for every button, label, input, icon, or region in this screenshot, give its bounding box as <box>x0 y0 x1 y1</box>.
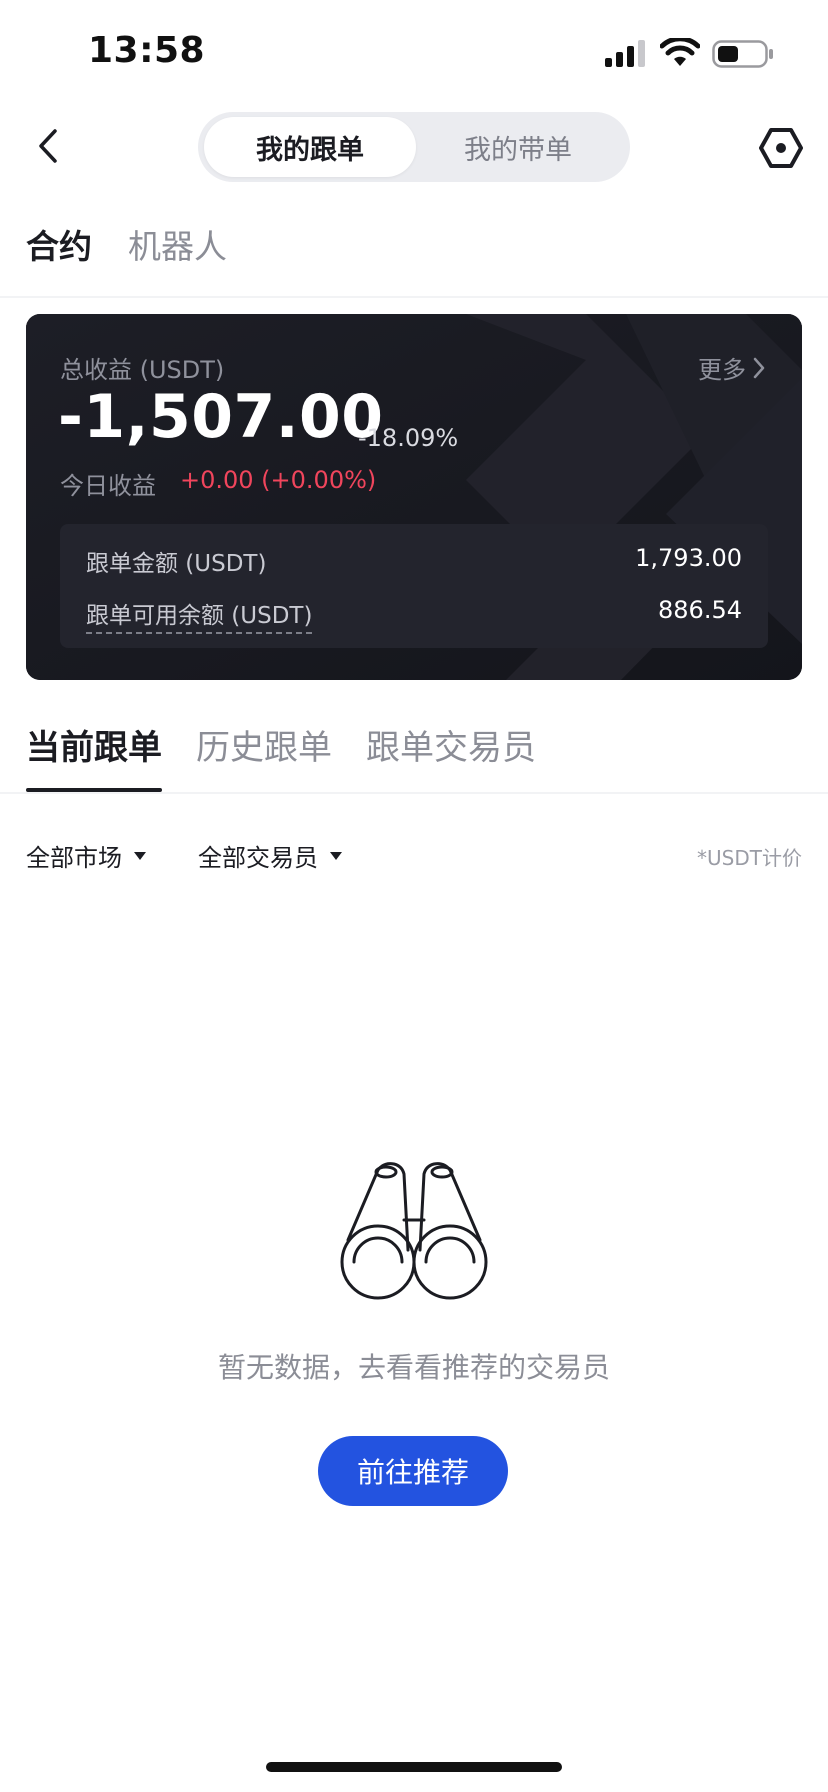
today-earnings-label: 今日收益 <box>60 472 156 500</box>
available-balance-value: 886.54 <box>658 596 742 624</box>
tab-history-copy[interactable]: 历史跟单 <box>196 720 332 769</box>
hexagon-settings-icon <box>759 128 803 168</box>
home-indicator <box>266 1762 562 1772</box>
go-recommend-button[interactable]: 前往推荐 <box>318 1436 508 1506</box>
unit-note: *USDT计价 <box>697 846 802 870</box>
tab-robot[interactable]: 机器人 <box>128 220 227 268</box>
more-link[interactable]: 更多 <box>698 350 766 385</box>
wifi-icon <box>660 38 700 66</box>
segment-my-lead-trades[interactable]: 我的带单 <box>412 117 624 177</box>
segment-my-copy-trades[interactable]: 我的跟单 <box>204 117 416 177</box>
total-earnings-value: -1,507.00 <box>58 382 384 452</box>
status-bar: 13:58 <box>0 0 828 100</box>
tab-copy-traders[interactable]: 跟单交易员 <box>366 720 536 769</box>
caret-down-icon <box>330 851 342 860</box>
caret-down-icon <box>134 851 146 860</box>
settings-button[interactable] <box>756 124 806 172</box>
summary-card: 总收益 (USDT) 更多 -1,507.00 -18.09% 今日收益 +0.… <box>26 314 802 680</box>
battery-icon <box>712 40 773 68</box>
divider <box>0 296 828 298</box>
signal-icon <box>605 40 645 67</box>
empty-state-message: 暂无数据，去看看推荐的交易员 <box>217 1351 610 1384</box>
back-button[interactable] <box>28 122 68 170</box>
tab-current-copy[interactable]: 当前跟单 <box>26 720 162 769</box>
chevron-left-icon <box>39 129 57 163</box>
tab-contract[interactable]: 合约 <box>26 220 92 268</box>
segmented-control: 我的跟单 我的带单 <box>198 112 630 182</box>
total-earnings-percent: -18.09% <box>358 424 459 452</box>
binoculars-icon <box>340 1162 488 1300</box>
market-filter-dropdown[interactable]: 全部市场 <box>26 838 146 873</box>
status-time: 13:58 <box>88 30 206 71</box>
available-balance-label[interactable]: 跟单可用余额 (USDT) <box>86 596 313 634</box>
copy-amount-value: 1,793.00 <box>635 544 742 572</box>
copy-amount-label: 跟单金额 (USDT) <box>86 551 267 577</box>
trader-filter-dropdown[interactable]: 全部交易员 <box>198 838 342 873</box>
divider <box>0 792 828 794</box>
market-filter-label: 全部市场 <box>26 844 122 872</box>
more-label: 更多 <box>698 356 746 384</box>
today-earnings-value: +0.00 (+0.00%) <box>180 466 377 494</box>
copy-amount-panel: 跟单金额 (USDT) 1,793.00 跟单可用余额 (USDT) 886.5… <box>60 524 768 648</box>
chevron-right-icon <box>753 357 765 378</box>
total-earnings-label: 总收益 (USDT) <box>60 356 225 384</box>
trader-filter-label: 全部交易员 <box>198 844 318 872</box>
